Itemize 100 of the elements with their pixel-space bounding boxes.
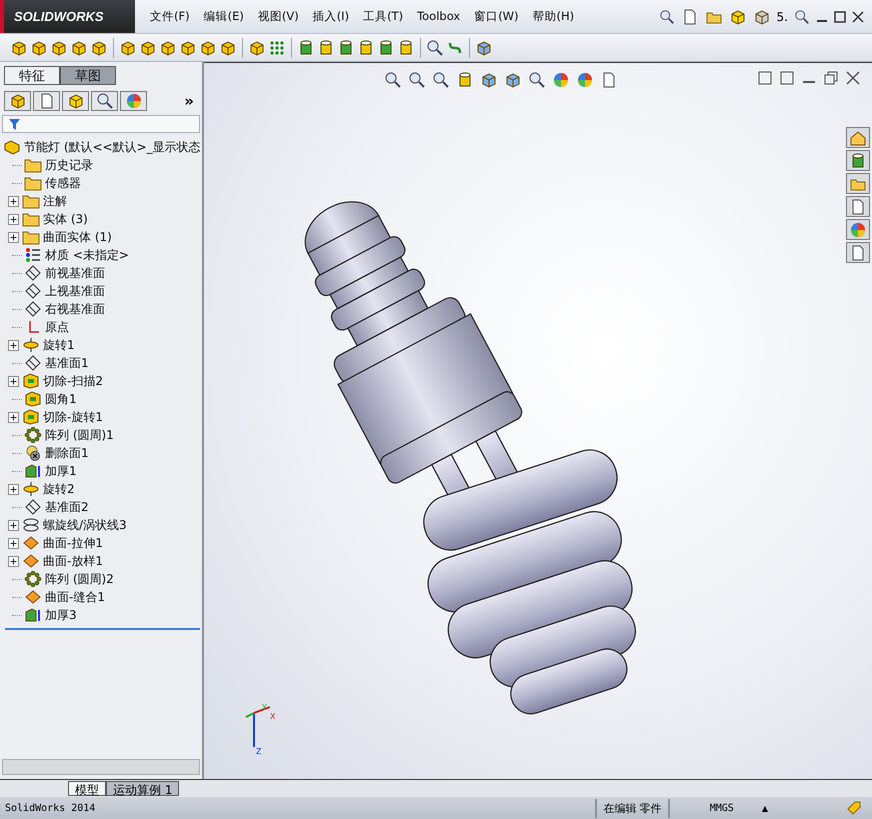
pattern-icon [24,571,42,587]
more-tabs-button[interactable]: » [184,92,198,110]
zoom-icon[interactable] [408,71,426,89]
cube-icon[interactable] [199,38,217,56]
panel-tab[interactable]: 草图 [60,66,116,85]
folder-icon [24,175,42,191]
expand-icon[interactable] [8,520,19,530]
cube-icon[interactable] [119,38,137,56]
bottom-tab[interactable]: 模型 [68,781,106,796]
expand-icon[interactable] [8,556,19,566]
tree-item[interactable]: 切除-扫描2 [43,372,103,390]
tree-item[interactable]: 前视基准面 [45,264,105,282]
expand-icon[interactable] [8,196,19,206]
tree-item[interactable]: 注解 [43,192,67,210]
menu-item[interactable]: 帮助(H) [526,9,582,24]
status-product: SolidWorks 2014 [5,802,96,814]
configuration-manager-tab[interactable] [62,91,89,111]
tree-item[interactable]: 加厚1 [45,462,77,480]
tree-item[interactable]: 基准面2 [45,498,89,516]
horizontal-scrollbar[interactable] [2,759,200,775]
tree-item[interactable]: 传感器 [45,174,81,192]
feature-icon [22,373,40,389]
menu-item[interactable]: 编辑(E) [196,9,251,24]
tree-item[interactable]: 圆角1 [45,390,77,408]
tree-item[interactable]: 曲面-缝合1 [45,588,105,606]
tree-item[interactable]: 阵列 (圆周)1 [45,426,114,444]
expand-icon[interactable] [8,376,19,386]
status-units[interactable]: MMGS [710,802,734,814]
tree-item[interactable]: 删除面1 [45,444,89,462]
cube-icon[interactable] [30,38,48,56]
menu-item[interactable]: 插入(I) [306,9,356,24]
cube-icon[interactable] [504,71,522,89]
tree-item[interactable]: 曲面-放样1 [43,552,103,570]
maximize-icon[interactable] [834,10,846,22]
tree-item[interactable]: 切除-旋转1 [43,408,103,426]
status-mode: 在编辑 零件 [595,798,670,818]
surface-icon [24,589,42,605]
menu-item[interactable]: 文件(F) [143,9,197,24]
tree-item[interactable]: 历史记录 [45,156,93,174]
tree-item[interactable]: 右视基准面 [45,300,105,318]
units-caret[interactable]: ▲ [762,804,768,812]
folder-icon [22,229,40,245]
cube-icon[interactable] [179,38,197,56]
plane-icon [24,283,42,299]
panel-tab[interactable]: 特征 [4,66,60,85]
material-icon [24,247,42,263]
close-icon[interactable] [852,10,864,22]
cube-icon[interactable] [219,38,237,56]
tree-item[interactable]: 材质 <未指定> [45,246,129,264]
menu-item[interactable]: 工具(T) [356,9,410,24]
cube-icon[interactable] [10,38,28,56]
property-manager-tab[interactable] [33,91,60,111]
tree-item[interactable]: 上视基准面 [45,282,105,300]
expand-icon[interactable] [8,412,19,422]
cube-icon[interactable] [70,38,88,56]
dimxpert-tab[interactable] [91,91,118,111]
cube-icon[interactable] [139,38,157,56]
tree-root-label[interactable]: 节能灯 (默认<<默认>_显示状态 [24,138,201,156]
revolve-icon [22,481,40,497]
pattern-icon [24,427,42,443]
bottom-tab[interactable]: 运动算例 1 [106,781,180,796]
cube-icon[interactable] [480,71,498,89]
expand-icon[interactable] [8,484,19,494]
cube-icon[interactable] [90,38,108,56]
display-manager-tab[interactable] [120,91,147,111]
cube-icon[interactable] [50,38,68,56]
z-axis-label: Z [256,747,262,755]
tree-item[interactable]: 旋转2 [43,480,75,498]
part-icon [3,139,21,155]
menu-item[interactable]: 视图(V) [250,9,306,24]
tree-item[interactable]: 阵列 (圆周)2 [45,570,114,588]
tree-item[interactable]: 螺旋线/涡状线3 [43,516,127,534]
tree-item[interactable]: 加厚3 [45,606,77,624]
filter-field[interactable] [2,115,200,133]
expand-icon[interactable] [8,214,19,224]
tree-item[interactable]: 原点 [45,318,69,336]
tree-item[interactable]: 曲面实体 (1) [43,228,112,246]
zoom-icon[interactable] [384,71,402,89]
menu-item[interactable]: 窗口(W) [467,9,526,24]
tree-item[interactable]: 实体 (3) [43,210,88,228]
part-icon[interactable] [8,92,26,110]
plane-icon [24,301,42,317]
tree-item[interactable]: 旋转1 [43,336,75,354]
grid-dots-icon[interactable] [268,38,286,56]
ball-icon[interactable] [124,92,142,110]
x-axis-label: X [270,712,276,721]
folder-icon [22,211,40,227]
cube-icon[interactable] [248,38,266,56]
close-icon[interactable] [846,71,860,85]
cube-icon[interactable] [159,38,177,56]
expand-icon[interactable] [8,340,19,350]
toolbar-label[interactable]: 5. [776,10,788,24]
expand-icon[interactable] [8,232,19,242]
tag-icon[interactable] [846,800,862,816]
feature-manager-tab[interactable] [4,91,31,111]
expand-icon[interactable] [8,538,19,548]
restore-icon[interactable] [824,71,838,85]
tree-item[interactable]: 基准面1 [45,354,89,372]
menu-item[interactable]: Toolbox [410,9,468,24]
tree-item[interactable]: 曲面-拉伸1 [43,534,103,552]
